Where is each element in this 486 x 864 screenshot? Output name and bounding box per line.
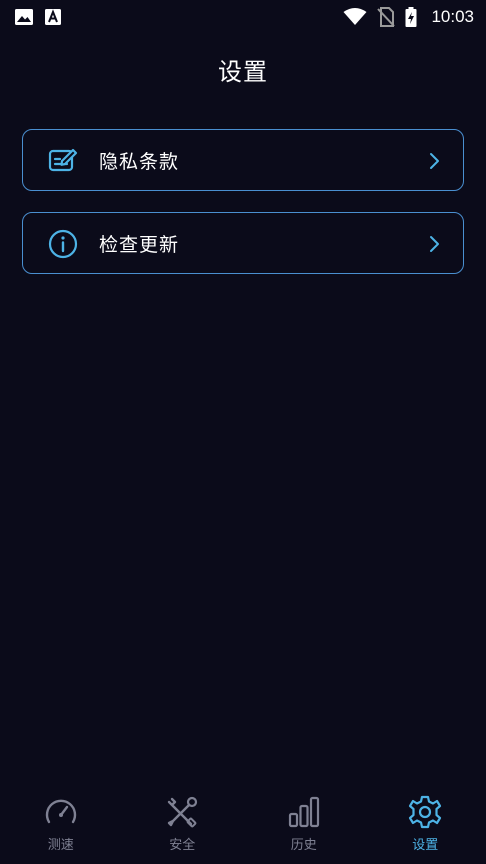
no-sim-icon — [377, 7, 396, 27]
speedometer-icon — [43, 794, 79, 830]
check-update-label: 检查更新 — [99, 233, 180, 256]
chevron-right-icon — [427, 234, 441, 254]
tab-speed-test[interactable]: 测速 — [21, 794, 101, 853]
chevron-right-icon — [427, 151, 441, 171]
image-icon — [14, 8, 34, 26]
check-update-item[interactable]: 检查更新 — [22, 212, 464, 274]
tools-icon — [164, 794, 200, 830]
tab-settings-label: 设置 — [412, 838, 439, 853]
gear-icon — [407, 794, 443, 830]
tab-history-label: 历史 — [290, 838, 317, 853]
info-icon — [47, 228, 79, 260]
privacy-terms-label: 隐私条款 — [99, 150, 180, 173]
settings-screen: 10:03 设置 隐私条款 检查更新 测速 安全 历史 设置 — [0, 0, 486, 864]
page-title: 设置 — [218, 58, 268, 86]
status-time: 10:03 — [431, 7, 474, 26]
tab-history[interactable]: 历史 — [264, 794, 344, 853]
tab-settings[interactable]: 设置 — [385, 794, 465, 853]
bar-chart-icon — [286, 794, 322, 830]
accessibility-icon — [44, 8, 62, 26]
bottom-nav: 测速 安全 历史 设置 — [0, 784, 486, 864]
settings-menu: 隐私条款 检查更新 — [22, 129, 464, 295]
battery-charging-icon — [405, 7, 417, 27]
privacy-terms-item[interactable]: 隐私条款 — [22, 129, 464, 191]
tab-security-label: 安全 — [169, 838, 196, 853]
tab-speed-test-label: 测速 — [47, 838, 74, 853]
edit-document-icon — [47, 145, 79, 177]
tab-security[interactable]: 安全 — [142, 794, 222, 853]
status-bar: 10:03 — [0, 0, 486, 34]
wifi-icon — [343, 8, 367, 26]
